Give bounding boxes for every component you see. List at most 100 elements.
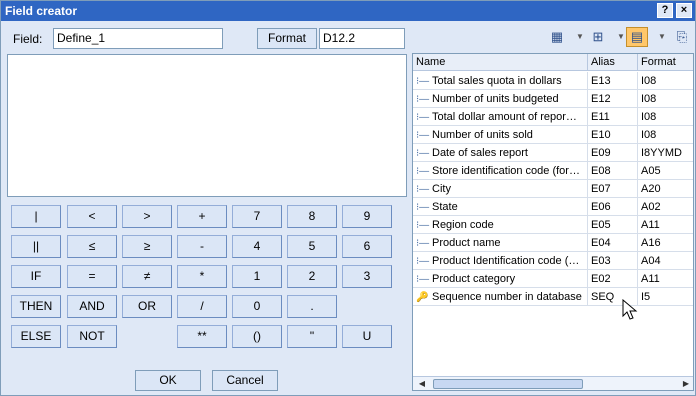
key-then[interactable]: THEN — [11, 295, 61, 318]
tree-menu-arrow-icon[interactable]: ▼ — [617, 32, 625, 41]
key-not-equal[interactable]: ≠ — [122, 265, 172, 288]
scrollbar-thumb[interactable] — [433, 379, 583, 389]
key-9[interactable]: 9 — [342, 205, 392, 228]
table-row[interactable]: ⁝— Date of sales report E09 I8YYMD — [413, 144, 693, 162]
key-1[interactable]: 1 — [232, 265, 282, 288]
format-cell: I5 — [641, 291, 651, 303]
column-header-format[interactable]: Format — [638, 54, 693, 71]
field-name: City — [432, 183, 451, 195]
key-3[interactable]: 3 — [342, 265, 392, 288]
key-6[interactable]: 6 — [342, 235, 392, 258]
name-cell: ⁝— Product Identification code (… — [413, 252, 588, 270]
field-icon: ⁝— — [416, 256, 430, 267]
key-5[interactable]: 5 — [287, 235, 337, 258]
field-icon: ⁝— — [416, 184, 430, 195]
key-minus[interactable]: - — [177, 235, 227, 258]
key-or[interactable]: OR — [122, 295, 172, 318]
tree-icon[interactable]: ⊞ — [587, 27, 609, 47]
key-4[interactable]: 4 — [232, 235, 282, 258]
field-icon: ⁝— — [416, 202, 430, 213]
table-row[interactable]: ⁝— City E07 A20 — [413, 180, 693, 198]
export-icon[interactable]: ⎘ — [671, 27, 693, 47]
table-row[interactable]: ⁝— Number of units budgeted E12 I08 — [413, 90, 693, 108]
field-name: Product name — [432, 237, 501, 249]
format-cell: I08 — [641, 129, 657, 141]
key-0[interactable]: 0 — [232, 295, 282, 318]
key-union[interactable]: U — [342, 325, 392, 348]
scroll-right-icon[interactable]: ▶ — [679, 378, 693, 390]
name-cell: ⁝— Total dollar amount of repor… — [413, 108, 588, 126]
format-button[interactable]: Format — [257, 28, 317, 49]
key-bar[interactable]: | — [11, 205, 61, 228]
field-icon: ⁝— — [416, 94, 430, 105]
key-less-than[interactable]: < — [67, 205, 117, 228]
table-row[interactable]: ⁝— Store identification code (for… E08 A05 — [413, 162, 693, 180]
format-input[interactable]: D12.2 — [319, 28, 405, 49]
field-icon: ⁝— — [416, 274, 430, 285]
table-row[interactable]: ⁝— Total sales quota in dollars E13 I08 — [413, 72, 693, 90]
table-row[interactable]: ⁝— Product category E02 A11 — [413, 270, 693, 288]
ok-button[interactable]: OK — [135, 370, 201, 391]
key-multiply[interactable]: * — [177, 265, 227, 288]
name-cell: ⁝— Total sales quota in dollars — [413, 72, 588, 90]
key-plus[interactable]: + — [177, 205, 227, 228]
scroll-left-icon[interactable]: ◀ — [415, 378, 429, 390]
key-power[interactable]: ** — [177, 325, 227, 348]
grid-menu-arrow-icon[interactable]: ▼ — [658, 32, 666, 41]
format-cell: A05 — [641, 165, 661, 177]
table-row[interactable]: ⁝— Total dollar amount of repor… E11 I08 — [413, 108, 693, 126]
key-double-bar[interactable]: || — [11, 235, 61, 258]
alias-cell: E09 — [588, 144, 638, 162]
key-and[interactable]: AND — [67, 295, 117, 318]
key-8[interactable]: 8 — [287, 205, 337, 228]
name-cell: ⁝— State — [413, 198, 588, 216]
grid-icon[interactable]: ▤ — [626, 27, 648, 47]
field-icon: ⁝— — [416, 220, 430, 231]
table-menu-arrow-icon[interactable]: ▼ — [576, 32, 584, 41]
key-if[interactable]: IF — [11, 265, 61, 288]
field-icon: ⁝— — [416, 112, 430, 123]
key-decimal[interactable]: . — [287, 295, 337, 318]
alias-cell: E06 — [588, 198, 638, 216]
format-cell: I08 — [641, 93, 657, 105]
table-row[interactable]: ⁝— Region code E05 A11 — [413, 216, 693, 234]
horizontal-scrollbar[interactable]: ◀ ▶ — [413, 376, 693, 390]
key-parentheses[interactable]: () — [232, 325, 282, 348]
key-not[interactable]: NOT — [67, 325, 117, 348]
column-header-name[interactable]: Name — [413, 54, 588, 71]
key-greater-equal[interactable]: ≥ — [122, 235, 172, 258]
field-name: Total dollar amount of repor… — [432, 111, 577, 123]
key-7[interactable]: 7 — [232, 205, 282, 228]
format-cell: A02 — [641, 201, 661, 213]
field-creator-window: Field creator ? × Field: Define_1 Format… — [0, 0, 696, 396]
table-row[interactable]: ⁝— State E06 A02 — [413, 198, 693, 216]
table-row[interactable]: ⁝— Product name E04 A16 — [413, 234, 693, 252]
table-row[interactable]: 🔑 Sequence number in database SEQ I5 — [413, 288, 693, 306]
title-bar: Field creator — [1, 1, 695, 21]
name-cell: ⁝— Region code — [413, 216, 588, 234]
cancel-button[interactable]: Cancel — [212, 370, 278, 391]
field-name-input[interactable]: Define_1 — [53, 28, 223, 49]
alias-cell: E12 — [588, 90, 638, 108]
name-cell: ⁝— Number of units budgeted — [413, 90, 588, 108]
key-equals[interactable]: = — [67, 265, 117, 288]
close-button[interactable]: × — [676, 3, 692, 18]
key-2[interactable]: 2 — [287, 265, 337, 288]
expression-editor[interactable] — [7, 54, 407, 197]
alias-cell: E13 — [588, 72, 638, 90]
key-quote[interactable]: " — [287, 325, 337, 348]
alias-cell: E03 — [588, 252, 638, 270]
key-greater-than[interactable]: > — [122, 205, 172, 228]
name-cell: ⁝— Store identification code (for… — [413, 162, 588, 180]
table-row[interactable]: ⁝— Product Identification code (… E03 A04 — [413, 252, 693, 270]
key-less-equal[interactable]: ≤ — [67, 235, 117, 258]
key-else[interactable]: ELSE — [11, 325, 61, 348]
table-icon[interactable]: ▦ — [546, 27, 568, 47]
key-divide[interactable]: / — [177, 295, 227, 318]
alias-cell: E02 — [588, 270, 638, 288]
table-row[interactable]: ⁝— Number of units sold E10 I08 — [413, 126, 693, 144]
column-header-alias[interactable]: Alias — [588, 54, 638, 71]
help-button[interactable]: ? — [657, 3, 673, 18]
key-field-icon: 🔑 — [416, 292, 429, 303]
field-name: Date of sales report — [432, 147, 528, 159]
